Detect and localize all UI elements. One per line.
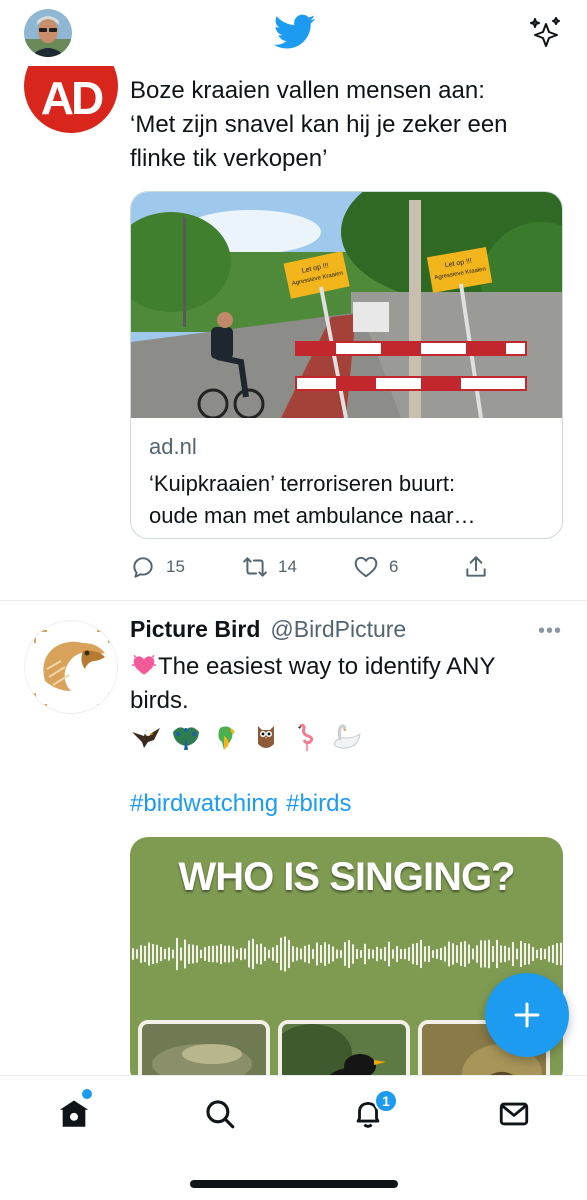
reply-button[interactable]: 15 — [130, 552, 185, 582]
card-title-line: ‘Kuipkraaien’ terroriseren buurt: — [149, 471, 456, 496]
picture-bird-avatar[interactable] — [24, 620, 118, 714]
flamingo-icon — [298, 723, 314, 751]
tweet-media[interactable]: WHO IS SINGING? — [130, 837, 563, 1087]
search-icon — [206, 1100, 235, 1129]
tweet-text-line: flinke tik verkopen’ — [130, 145, 328, 172]
bird-emoji-row — [130, 722, 362, 754]
nav-search[interactable] — [200, 1094, 240, 1134]
hashtag-link[interactable]: #birdwatching — [130, 790, 278, 818]
tweet-text: Boze kraaien vallen mensen aan: ‘Met zij… — [130, 74, 570, 176]
card-title: ‘Kuipkraaien’ terroriseren buurt: oude m… — [149, 468, 554, 532]
hashtag-link[interactable]: #birds — [286, 790, 351, 818]
like-count: 6 — [389, 557, 399, 576]
home-icon — [59, 1100, 89, 1127]
eagle-icon — [132, 728, 160, 748]
owl-icon — [258, 726, 274, 748]
hashtag-list: #birdwatching #birds — [130, 790, 351, 818]
tweet-text-line: birds. — [130, 687, 189, 714]
card-domain: ad.nl — [149, 434, 197, 459]
profile-avatar[interactable] — [24, 9, 72, 57]
card-image: Let op !!! Agressieve Kraaien Let op !!!… — [131, 192, 562, 418]
notification-badge: 1 — [374, 1089, 398, 1113]
tweet-text-line: The easiest way to identify ANY — [130, 650, 570, 684]
tweet-text-line: Boze kraaien vallen mensen aan: — [130, 77, 485, 104]
link-card[interactable]: Let op !!! Agressieve Kraaien Let op !!!… — [130, 191, 563, 539]
nav-messages[interactable] — [494, 1094, 534, 1134]
mail-icon — [499, 1102, 529, 1126]
card-title-line: oude man met ambulance naar… — [149, 503, 476, 528]
tweet-text: The easiest way to identify ANY birds. — [130, 650, 570, 718]
reply-count: 15 — [166, 557, 185, 576]
waveform — [132, 936, 562, 972]
heart-icon — [354, 556, 378, 578]
ad-logo-text: AD — [40, 72, 104, 124]
home-new-indicator — [82, 1089, 92, 1099]
share-button[interactable] — [463, 552, 489, 582]
sparkle-icon[interactable] — [528, 16, 562, 50]
reply-icon — [133, 557, 153, 578]
tweet-actions: 15 14 6 — [130, 552, 563, 582]
twitter-bird-icon[interactable] — [273, 14, 316, 50]
compose-tweet-button[interactable] — [485, 973, 569, 1057]
retweet-icon — [243, 557, 267, 577]
top-bar — [0, 0, 587, 66]
parrot-icon — [218, 726, 235, 750]
tweet-ad[interactable]: AD Boze kraaien vallen mensen aan: ‘Met … — [0, 0, 587, 600]
ad-avatar[interactable]: AD — [24, 66, 118, 133]
swan-icon — [333, 724, 361, 749]
home-indicator — [190, 1180, 398, 1188]
retweet-count: 14 — [278, 557, 297, 576]
nav-home[interactable] — [54, 1094, 94, 1134]
sparkling-heart-icon — [132, 654, 156, 675]
more-options-icon[interactable]: ••• — [538, 620, 562, 643]
tweet-author[interactable]: Picture Bird @BirdPicture — [130, 616, 406, 646]
like-button[interactable]: 6 — [353, 552, 398, 582]
plus-icon — [514, 1002, 540, 1028]
tweet-text-first: The easiest way to identify ANY — [158, 653, 496, 680]
tweet-divider — [0, 600, 587, 601]
share-icon — [466, 556, 486, 577]
peacock-icon — [173, 727, 199, 750]
retweet-button[interactable]: 14 — [242, 552, 297, 582]
display-name[interactable]: Picture Bird — [130, 616, 260, 643]
media-title: WHO IS SINGING? — [178, 855, 515, 899]
tweet-text-line: ‘Met zijn snavel kan hij je zeker een — [130, 111, 508, 138]
user-handle[interactable]: @BirdPicture — [270, 616, 406, 643]
